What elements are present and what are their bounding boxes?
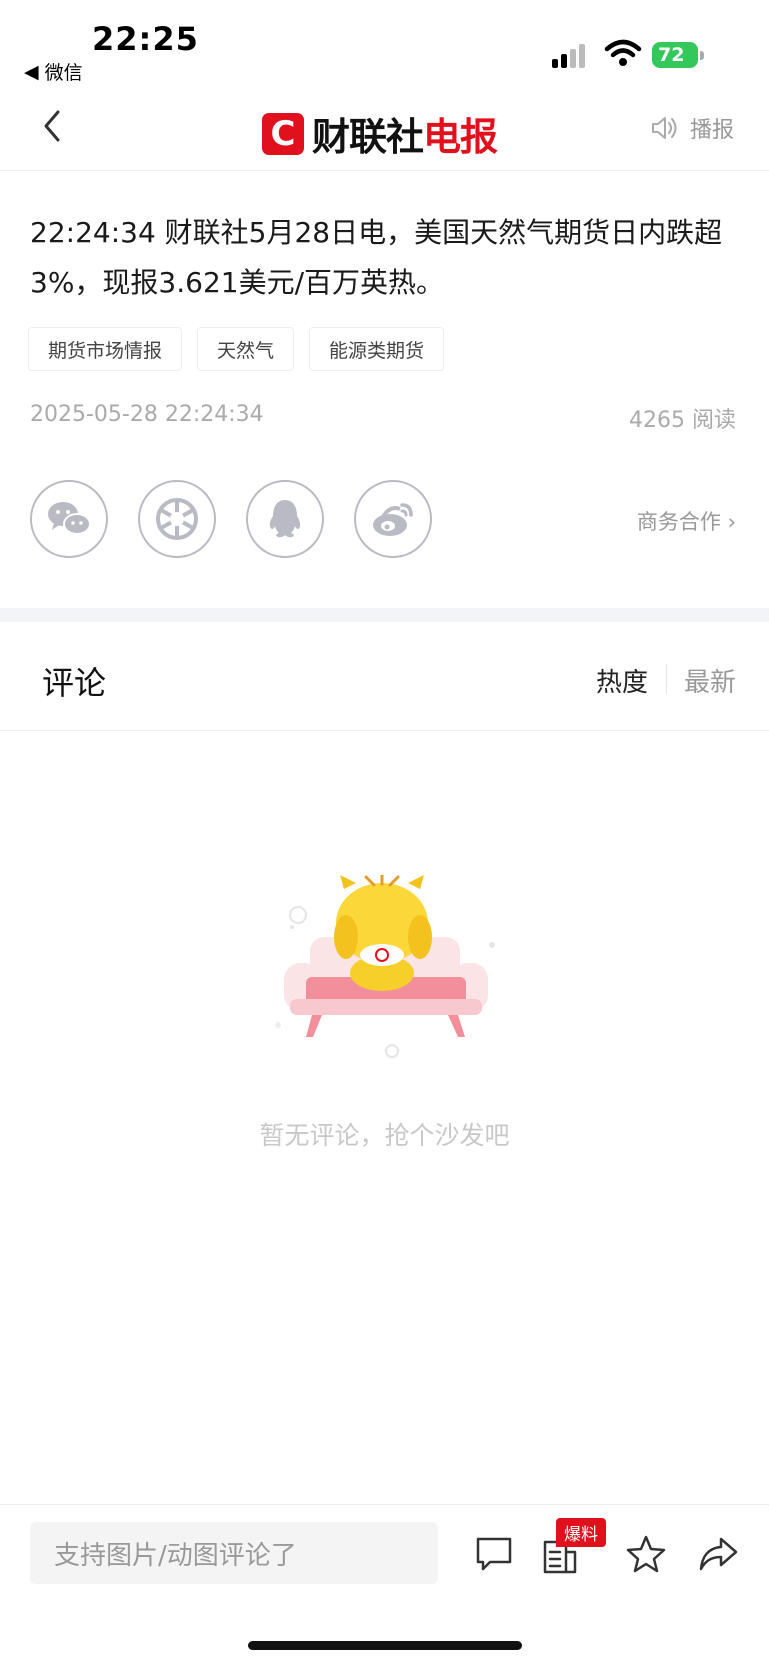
status-time: 22:25: [92, 20, 199, 58]
app-logo: C 财联社电报: [262, 106, 498, 161]
tag-futures-intel[interactable]: 期货市场情报: [28, 327, 183, 371]
comments-title: 评论: [42, 664, 107, 702]
broadcast-button[interactable]: 播报: [650, 112, 734, 144]
bottom-bar-divider: [0, 1504, 769, 1505]
tag-list: 期货市场情报 天然气 能源类期货: [28, 327, 445, 371]
wifi-icon: [604, 39, 642, 66]
broadcast-label: 播报: [690, 118, 735, 143]
speaker-icon: [652, 117, 677, 139]
weibo-icon: [373, 503, 413, 536]
empty-comments-text: 暂无评论，抢个沙发吧: [259, 1121, 510, 1150]
comment-input[interactable]: 支持图片/动图评论了: [30, 1522, 438, 1584]
share-icon[interactable]: [698, 1534, 738, 1574]
wechat-icon: [48, 502, 91, 535]
share-qq-button[interactable]: [246, 480, 324, 558]
business-cooperation-link[interactable]: 商务合作 ›: [637, 506, 736, 536]
logo-text: 财联社电报: [312, 106, 498, 161]
tag-natural-gas[interactable]: 天然气: [197, 327, 295, 371]
nav-divider: [0, 170, 769, 171]
back-arrow-icon[interactable]: [38, 108, 68, 144]
publish-datetime: 2025-05-28 22:24:34: [30, 402, 264, 427]
empty-mascot-illustration: [275, 875, 495, 1058]
back-app-label: 微信: [44, 62, 83, 84]
home-indicator: [248, 1641, 522, 1650]
section-divider: [0, 608, 769, 622]
sort-hot-tab[interactable]: 热度: [596, 662, 648, 699]
share-wechat-button[interactable]: [30, 480, 108, 558]
baoliao-badge: 爆料: [556, 1518, 606, 1547]
logo-text-black: 财联社: [312, 115, 424, 159]
comments-divider: [0, 730, 769, 731]
tag-energy-futures[interactable]: 能源类期货: [309, 327, 445, 371]
back-to-app[interactable]: ◀ 微信: [24, 58, 83, 85]
qq-icon: [269, 500, 301, 538]
battery-cap: [700, 51, 704, 60]
sort-new-tab[interactable]: 最新: [684, 662, 736, 699]
comment-icon[interactable]: [474, 1534, 514, 1574]
logo-text-red: 电报: [423, 115, 498, 159]
back-triangle-icon: ◀: [24, 60, 39, 83]
read-count: 4265 阅读: [629, 408, 736, 433]
moments-icon: [156, 498, 198, 540]
share-weibo-button[interactable]: [354, 480, 432, 558]
star-icon[interactable]: [626, 1534, 666, 1574]
share-moments-button[interactable]: [138, 480, 216, 558]
battery-level: 72: [658, 44, 685, 66]
cellular-signal-icon: [552, 42, 585, 68]
news-headline: 22:24:34 财联社5月28日电，美国天然气期货日内跌超3%，现报3.621…: [30, 216, 723, 299]
sort-separator: [666, 664, 667, 694]
battery-icon: 72: [652, 42, 698, 68]
logo-badge: C: [262, 112, 304, 155]
